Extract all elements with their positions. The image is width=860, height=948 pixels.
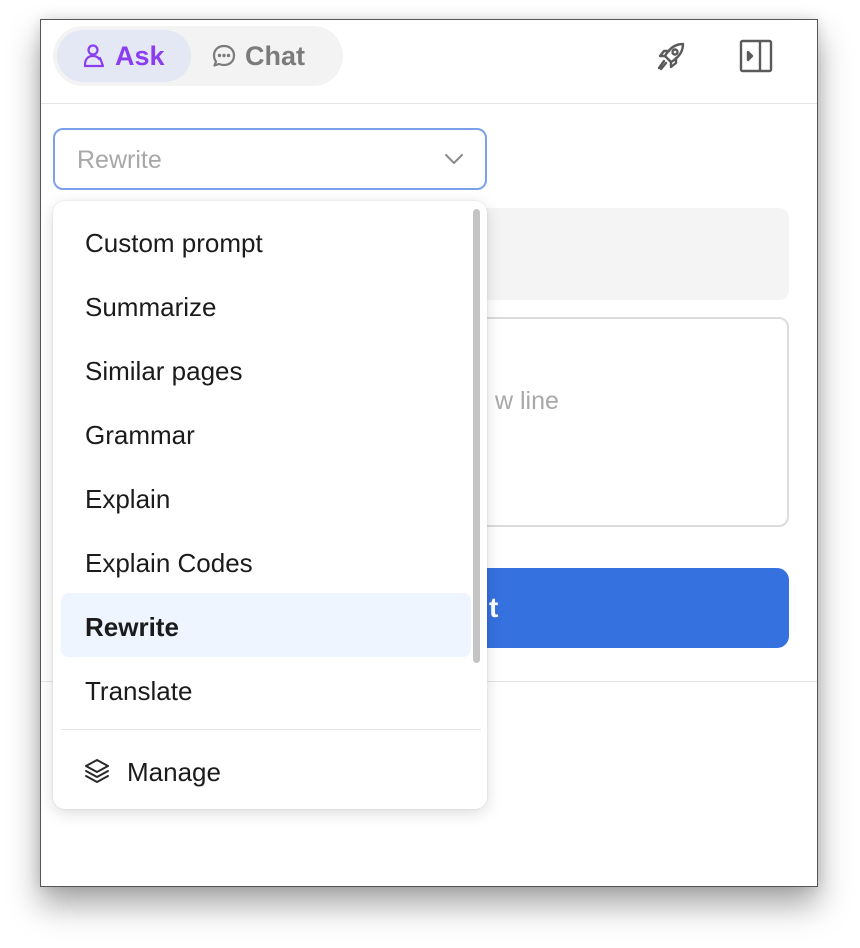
- submit-button[interactable]: t: [471, 568, 789, 648]
- menu-item-label: Rewrite: [85, 612, 179, 642]
- menu-item-translate[interactable]: Translate: [61, 657, 471, 721]
- menu-item-summarize[interactable]: Summarize: [61, 273, 471, 337]
- tab-chat-label: Chat: [245, 40, 305, 71]
- chat-bubble-icon: [212, 44, 236, 67]
- tab-chat[interactable]: Chat: [211, 30, 339, 82]
- rocket-icon: [657, 42, 685, 71]
- mode-switcher: Ask Chat: [53, 26, 343, 86]
- ask-icon: [83, 44, 105, 68]
- menu-item-label: Explain Codes: [85, 548, 253, 578]
- menu-item-label: Custom prompt: [85, 228, 263, 258]
- manage-prompts-button[interactable]: Manage: [61, 741, 471, 801]
- menu-item-label: Grammar: [85, 420, 195, 450]
- menu-separator: [61, 729, 481, 730]
- manage-label: Manage: [127, 757, 221, 787]
- header-bar: Ask Chat: [41, 20, 817, 104]
- rocket-button[interactable]: [653, 38, 689, 74]
- tab-ask[interactable]: Ask: [57, 30, 191, 82]
- textarea-placeholder: w line: [495, 387, 559, 415]
- prompt-textarea[interactable]: w line: [471, 317, 789, 527]
- menu-item-rewrite[interactable]: Rewrite: [61, 593, 471, 657]
- dropdown-scrollbar[interactable]: [473, 209, 480, 663]
- menu-item-label: Explain: [85, 484, 171, 514]
- sidebar-toggle-button[interactable]: [738, 38, 774, 74]
- submit-button-label: t: [489, 592, 499, 623]
- screenshot-backdrop: Ask Chat Rewrite w line t Custom prompt …: [0, 0, 860, 948]
- context-preview: [471, 208, 789, 300]
- chevron-down-icon: [445, 154, 463, 164]
- tab-ask-label: Ask: [115, 40, 165, 71]
- menu-item-label: Translate: [85, 676, 193, 706]
- menu-item-custom-prompt[interactable]: Custom prompt: [61, 209, 471, 273]
- menu-item-grammar[interactable]: Grammar: [61, 401, 471, 465]
- prompt-select-value: Rewrite: [77, 146, 162, 174]
- menu-item-label: Summarize: [85, 292, 217, 322]
- menu-item-similar-pages[interactable]: Similar pages: [61, 337, 471, 401]
- layers-icon: [85, 759, 109, 783]
- sidebar-toggle-icon: [739, 39, 773, 73]
- extension-window: Ask Chat Rewrite w line t Custom prompt …: [40, 19, 818, 887]
- menu-item-explain-codes[interactable]: Explain Codes: [61, 529, 471, 593]
- prompt-dropdown-menu: Custom prompt Summarize Similar pages Gr…: [53, 201, 487, 809]
- menu-item-label: Similar pages: [85, 356, 243, 386]
- prompt-select[interactable]: Rewrite: [53, 128, 487, 190]
- menu-item-explain[interactable]: Explain: [61, 465, 471, 529]
